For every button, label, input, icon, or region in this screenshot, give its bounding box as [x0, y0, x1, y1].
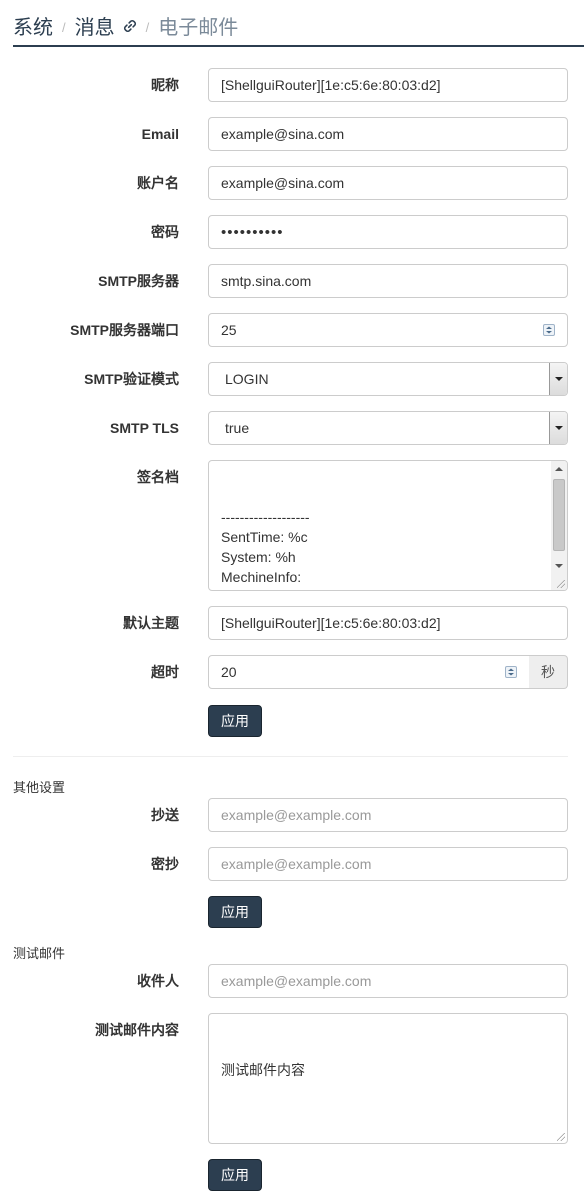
bcc-label: 密抄	[151, 856, 179, 872]
scroll-up-icon[interactable]	[555, 467, 563, 471]
smtp-port-label: SMTP服务器端口	[70, 322, 179, 338]
smtp-server-input[interactable]: smtp.sina.com	[208, 264, 568, 298]
password-mask: ••••••••••	[221, 224, 284, 241]
nickname-label: 昵称	[151, 77, 179, 93]
password-input[interactable]: ••••••••••	[208, 215, 568, 249]
smtp-auth-select[interactable]: LOGIN	[208, 362, 568, 396]
smtp-tls-select[interactable]: true	[208, 411, 568, 445]
chevron-down-icon[interactable]	[549, 363, 567, 395]
bcc-input[interactable]: example@example.com	[208, 847, 568, 881]
account-input[interactable]: example@sina.com	[208, 166, 568, 200]
signature-label: 签名档	[137, 469, 179, 485]
test-mail-title: 测试邮件	[13, 946, 66, 961]
cc-input[interactable]: example@example.com	[208, 798, 568, 832]
smtp-port-value: 25	[221, 322, 237, 338]
account-label: 账户名	[137, 175, 179, 191]
link-icon[interactable]	[123, 19, 137, 33]
test-content-text: 测试邮件内容	[221, 1062, 305, 1078]
smtp-auth-label: SMTP验证模式	[84, 371, 179, 387]
test-content-label: 测试邮件内容	[95, 1022, 179, 1038]
timeout-label: 超时	[151, 664, 179, 680]
breadcrumb-separator: /	[145, 19, 150, 35]
number-spinner-icon[interactable]	[543, 324, 555, 336]
default-subject-input[interactable]: [ShellguiRouter][1e:c5:6e:80:03:d2]	[208, 606, 568, 640]
smtp-auth-value: LOGIN	[225, 371, 269, 387]
email-input[interactable]: example@sina.com	[208, 117, 568, 151]
breadcrumb-separator: /	[62, 19, 66, 35]
resize-grip-icon[interactable]	[557, 580, 565, 588]
recipient-label: 收件人	[137, 973, 179, 989]
default-subject-label: 默认主题	[123, 615, 179, 631]
smtp-tls-label: SMTP TLS	[110, 420, 179, 436]
breadcrumb: 系统 / 消息 / 电子邮件	[13, 10, 584, 40]
signature-textarea[interactable]: ------------------- SentTime: %c System:…	[208, 460, 568, 591]
number-spinner-icon[interactable]	[505, 666, 517, 678]
recipient-input[interactable]: example@example.com	[208, 964, 568, 998]
signature-text: ------------------- SentTime: %c System:…	[221, 509, 310, 590]
other-settings-title: 其他设置	[13, 780, 66, 795]
breadcrumb-system[interactable]: 系统	[13, 11, 53, 40]
smtp-tls-value: true	[225, 420, 250, 436]
nickname-input[interactable]: [ShellguiRouter][1e:c5:6e:80:03:d2]	[208, 68, 568, 102]
section-divider	[13, 756, 568, 757]
cc-label: 抄送	[151, 807, 179, 823]
smtp-server-label: SMTP服务器	[98, 273, 179, 289]
email-label: Email	[141, 126, 179, 142]
resize-grip-icon[interactable]	[557, 1133, 565, 1141]
scroll-down-icon[interactable]	[555, 564, 563, 568]
apply-button[interactable]: 应用	[208, 896, 262, 928]
send-test-button[interactable]: 应用	[208, 1159, 262, 1191]
scroll-thumb[interactable]	[553, 479, 565, 551]
breadcrumb-email: 电子邮件	[158, 16, 239, 39]
signature-scrollbar[interactable]	[551, 461, 567, 590]
header-divider	[13, 45, 584, 47]
chevron-down-icon[interactable]	[549, 412, 567, 444]
test-content-textarea[interactable]: 测试邮件内容	[208, 1013, 568, 1144]
timeout-input[interactable]: 20	[208, 655, 530, 689]
password-label: 密码	[151, 224, 179, 240]
timeout-value: 20	[221, 664, 237, 680]
apply-button[interactable]: 应用	[208, 705, 262, 737]
smtp-port-input[interactable]: 25	[208, 313, 568, 347]
breadcrumb-messages[interactable]: 消息	[75, 11, 115, 40]
timeout-unit-addon: 秒	[529, 655, 568, 689]
